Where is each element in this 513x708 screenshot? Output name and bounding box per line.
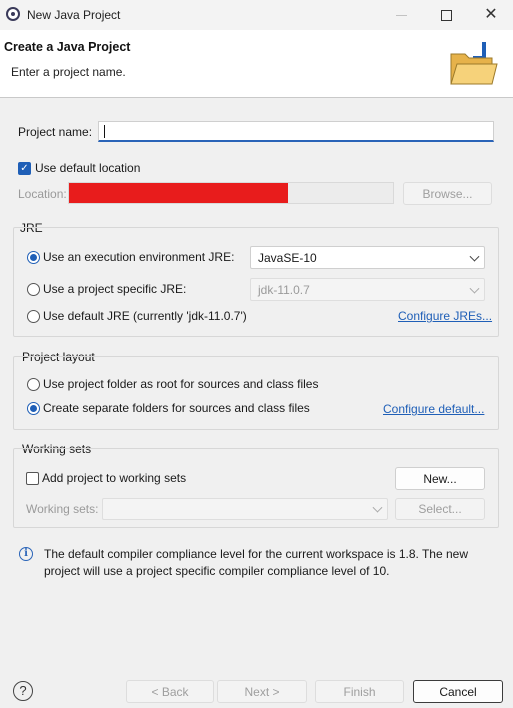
- title-bar: New Java Project ✕: [0, 0, 513, 30]
- layout-separate-label: Create separate folders for sources and …: [43, 401, 310, 415]
- info-line-2: project will use a project specific comp…: [44, 564, 390, 578]
- close-button[interactable]: ✕: [468, 0, 513, 30]
- info-line-1: The default compiler compliance level fo…: [44, 547, 468, 561]
- layout-group: [13, 356, 499, 430]
- close-icon: ✕: [484, 6, 498, 23]
- layout-separate-radio[interactable]: [27, 402, 40, 415]
- configure-default-link[interactable]: Configure default...: [383, 402, 484, 416]
- project-name-input[interactable]: [98, 121, 494, 142]
- jre-default-label: Use default JRE (currently 'jdk-11.0.7'): [43, 309, 247, 323]
- working-sets-select: [102, 498, 388, 520]
- jre-project-specific-radio[interactable]: [27, 283, 40, 296]
- location-label: Location:: [18, 187, 67, 201]
- maximize-icon: [440, 9, 452, 21]
- project-name-label: Project name:: [18, 125, 93, 139]
- jre-execution-env-radio[interactable]: [27, 251, 40, 264]
- wizard-header: Create a Java Project Enter a project na…: [0, 30, 513, 98]
- help-icon[interactable]: ?: [13, 681, 33, 701]
- project-specific-jre-select: jdk-11.0.7: [250, 278, 485, 301]
- chevron-down-icon: [469, 251, 480, 262]
- minimize-button[interactable]: [378, 0, 424, 30]
- redaction-bar: [69, 183, 288, 203]
- execution-env-select[interactable]: JavaSE-10: [250, 246, 485, 269]
- layout-root-radio[interactable]: [27, 378, 40, 391]
- jre-default-radio[interactable]: [27, 310, 40, 323]
- add-working-sets-label: Add project to working sets: [42, 471, 187, 485]
- layout-root-label: Use project folder as root for sources a…: [43, 377, 319, 391]
- jre-project-specific-label: Use a project specific JRE:: [43, 282, 187, 296]
- minimize-icon: [395, 14, 407, 16]
- default-location-label: Use default location: [35, 161, 141, 175]
- chevron-down-icon: [469, 283, 480, 294]
- execution-env-value: JavaSE-10: [258, 250, 317, 265]
- location-field: [68, 182, 394, 204]
- info-icon: i: [19, 547, 33, 561]
- configure-jres-link[interactable]: Configure JREs...: [398, 309, 492, 323]
- project-specific-jre-value: jdk-11.0.7: [258, 282, 310, 297]
- finish-button[interactable]: Finish: [315, 680, 404, 703]
- text-caret: [104, 125, 105, 138]
- back-button[interactable]: < Back: [126, 680, 214, 703]
- page-title: Create a Java Project: [4, 40, 131, 54]
- default-location-checkbox[interactable]: ✓: [18, 162, 31, 175]
- maximize-button[interactable]: [423, 0, 469, 30]
- folder-wizard-icon: [450, 42, 498, 85]
- add-working-sets-checkbox[interactable]: [26, 472, 39, 485]
- cancel-button[interactable]: Cancel: [413, 680, 503, 703]
- new-working-set-button[interactable]: New...: [395, 467, 485, 490]
- app-icon: [6, 7, 20, 21]
- jre-execution-env-label: Use an execution environment JRE:: [43, 250, 235, 264]
- window-title: New Java Project: [27, 8, 121, 22]
- next-button[interactable]: Next >: [217, 680, 307, 703]
- select-working-sets-button[interactable]: Select...: [395, 498, 485, 520]
- chevron-down-icon: [372, 502, 383, 513]
- working-sets-label: Working sets:: [26, 502, 99, 516]
- browse-button[interactable]: Browse...: [403, 182, 492, 205]
- page-subtitle: Enter a project name.: [11, 65, 126, 79]
